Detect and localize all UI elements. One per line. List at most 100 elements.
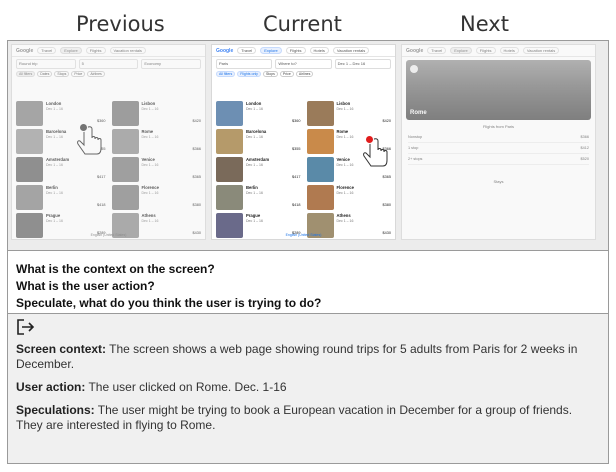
destination-dates: Dec 1 – 16	[46, 219, 63, 223]
speculation-label: Speculations:	[16, 403, 95, 417]
filter-chip[interactable]: Dates	[37, 71, 53, 77]
tab-explore[interactable]: Explore	[60, 47, 82, 54]
panel-label: Flights from Paris	[482, 124, 515, 129]
tab-travel[interactable]: Travel	[427, 47, 447, 54]
flight-option-row[interactable]: 1 stop $412	[408, 143, 589, 154]
destination-card[interactable]: Florence Dec 1 – 16 $380	[306, 185, 392, 210]
tab-travel[interactable]: Travel	[237, 47, 257, 54]
tab-explore[interactable]: Explore	[450, 47, 472, 54]
card-info: Lisbon Dec 1 – 16 $420	[337, 101, 392, 126]
tab-travel[interactable]: Travel	[37, 47, 57, 54]
card-info: London Dec 1 – 16 $360	[246, 101, 301, 126]
destination-name: Rome	[336, 129, 349, 134]
destination-dates: Dec 1 – 16	[336, 191, 354, 195]
tab-vacation-rentals[interactable]: Vacation rentals	[332, 47, 370, 54]
footer-language[interactable]: English (United States)	[12, 233, 205, 237]
card-info: Florence Dec 1 – 16 $380	[337, 185, 392, 210]
destination-dates: Dec 1 – 16	[46, 163, 63, 167]
destination-card[interactable]: Lisbon Dec 1 – 16 $420	[111, 101, 202, 126]
option-price: $520	[580, 157, 589, 161]
close-icon[interactable]	[410, 65, 418, 73]
destination-photo	[306, 157, 334, 182]
filter-chip[interactable]: Airlines	[295, 71, 314, 77]
click-dot	[79, 123, 88, 132]
destination-price: $380	[192, 203, 201, 207]
destination-hero-image: Rome	[406, 60, 591, 120]
destination-name: Lisbon	[336, 101, 351, 106]
tab-flights[interactable]: Flights	[85, 47, 106, 54]
question-speculate: Speculate, what do you think the user is…	[16, 296, 322, 310]
destination-card[interactable]: BarcelonaDec 1 – 16 $355	[216, 129, 301, 154]
destination-photo	[111, 101, 139, 126]
model-answer: Screen context: The screen shows a web p…	[8, 314, 608, 463]
destination-dates: Dec 1 – 16	[141, 107, 159, 111]
dates-field[interactable]: Dec 1 – Dec 16	[334, 59, 391, 69]
flight-option-row[interactable]: 2+ stops $520	[408, 154, 589, 165]
destination-dates: Dec 1 – 16	[246, 107, 263, 111]
stays-label: Stays	[493, 179, 504, 184]
card-info: Amsterdam Dec 1 – 16 $417	[246, 157, 301, 182]
flight-option-row[interactable]: Nonstop $366	[408, 132, 589, 143]
option-price: $366	[580, 135, 589, 139]
destination-dates: Dec 1 – 16	[141, 191, 159, 195]
destination-name: Rome	[141, 129, 154, 134]
class-field[interactable]: Economy	[141, 59, 202, 69]
trip-type-field[interactable]: Round trip	[16, 59, 76, 69]
destination-price: $420	[382, 119, 391, 123]
destination-dates: Dec 1 – 16	[246, 219, 263, 223]
tab-flights[interactable]: Flights	[285, 47, 306, 54]
destination-price: $380	[382, 203, 391, 207]
filter-chip[interactable]: All filters	[16, 71, 36, 77]
filter-chip[interactable]: Price	[279, 71, 294, 77]
tab-vacation-rentals[interactable]: Vacation rentals	[109, 47, 146, 54]
filter-chip[interactable]: Stops	[54, 71, 70, 77]
destination-card[interactable]: Venice Dec 1 – 16 $365	[111, 157, 201, 182]
filter-chip[interactable]: All filters	[216, 71, 236, 77]
tab-hotels[interactable]: Hotels	[499, 47, 519, 54]
footer-language[interactable]: English (United States)	[212, 233, 395, 237]
destination-dates: Dec 1 – 16	[141, 163, 159, 167]
card-info: Lisbon Dec 1 – 16 $420	[142, 101, 202, 126]
destination-card[interactable]: Berlin Dec 1 – 16 $418	[16, 185, 106, 210]
destination-name: Florence	[141, 185, 159, 190]
tab-explore[interactable]: Explore	[260, 47, 282, 54]
topbar: Google Travel Explore Flights Vacation r…	[12, 45, 205, 57]
destination-photo	[16, 101, 43, 126]
answer-speculation: Speculations: The user might be trying t…	[16, 403, 600, 433]
destination-field[interactable]: Where to?	[275, 59, 332, 69]
filter-chip[interactable]: Stops	[262, 71, 278, 77]
destination-price: $417	[292, 175, 301, 179]
prompt-questions: What is the context on the screen? What …	[8, 252, 608, 314]
passenger-field[interactable]: 5	[78, 59, 139, 69]
destination-photo	[111, 157, 139, 182]
destination-card[interactable]: Berlin Dec 1 – 16 $418	[216, 185, 301, 210]
destination-card[interactable]: Rome Dec 1 – 16 $366	[111, 129, 201, 154]
destination-card[interactable]: Amsterdam Dec 1 – 16 $417	[216, 157, 301, 182]
destination-price: $420	[192, 119, 201, 123]
topbar: Google Travel Explore Flights Hotels Vac…	[212, 45, 395, 57]
destination-name: Amsterdam	[246, 157, 270, 162]
destination-card[interactable]: Amsterdam Dec 1 – 16 $417	[16, 157, 106, 182]
destination-name: Athens	[336, 213, 351, 218]
filter-chip[interactable]: Flights only	[237, 71, 261, 77]
destination-dates: Dec 1 – 16	[336, 107, 354, 111]
destination-price: $365	[382, 175, 391, 179]
export-arrow-icon	[17, 319, 35, 335]
tab-hotels[interactable]: Hotels	[309, 47, 329, 54]
tab-flights[interactable]: Flights	[475, 47, 496, 54]
search-fields: Round trip 5 Economy	[16, 59, 202, 69]
filter-chip[interactable]: Airlines	[87, 71, 105, 77]
hand-pointer-icon	[76, 123, 106, 157]
origin-field[interactable]: Paris	[216, 59, 273, 69]
destination-name: Berlin	[46, 185, 58, 190]
destination-card[interactable]: London Dec 1 – 16 $360	[216, 101, 301, 126]
question-action: What is the user action?	[16, 279, 155, 293]
destination-card[interactable]: Lisbon Dec 1 – 16 $420	[306, 101, 392, 126]
question-context: What is the context on the screen?	[16, 262, 215, 276]
tab-vacation-rentals[interactable]: Vacation rentals	[522, 47, 560, 54]
context-label: Screen context:	[16, 342, 107, 356]
card-info: Florence Dec 1 – 16 $380	[142, 185, 202, 210]
destination-dates: Dec 1 – 16	[46, 107, 63, 111]
destination-card[interactable]: Florence Dec 1 – 16 $380	[111, 185, 202, 210]
filter-chip[interactable]: Price	[71, 71, 86, 77]
